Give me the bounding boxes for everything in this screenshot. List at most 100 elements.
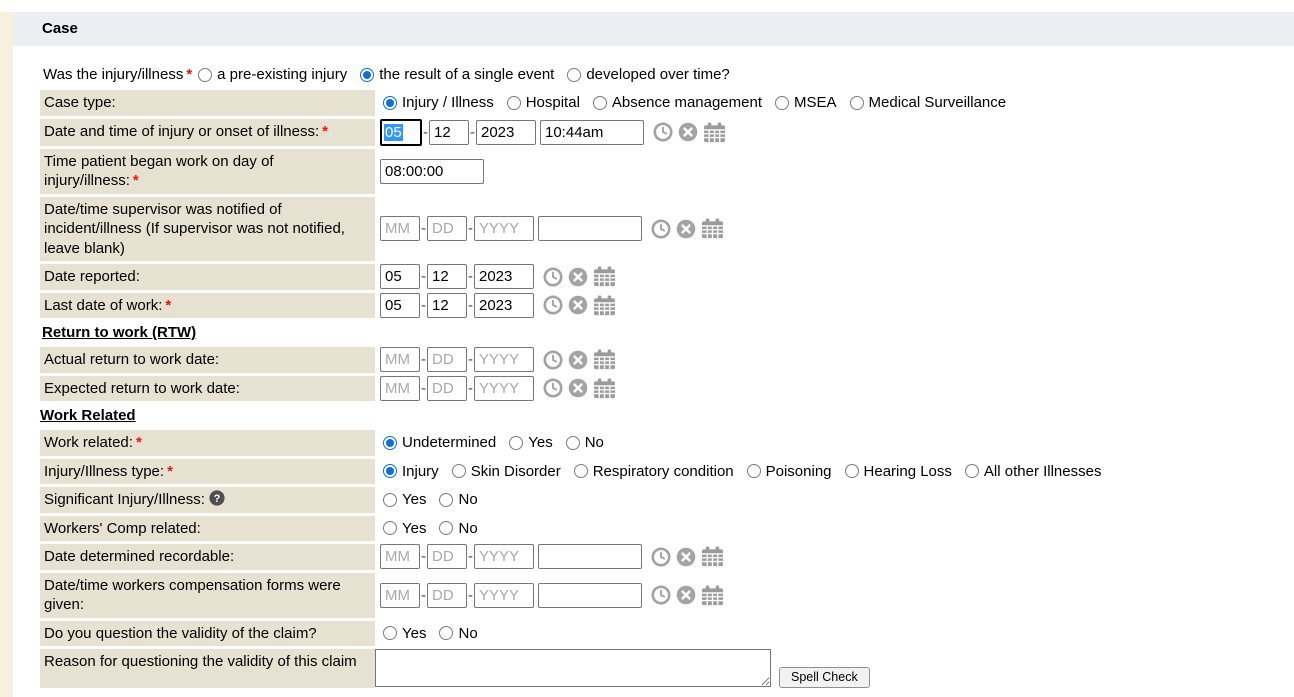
clear-icon[interactable] bbox=[568, 295, 588, 315]
clear-icon[interactable] bbox=[568, 350, 588, 370]
radio-icon[interactable] bbox=[593, 96, 607, 110]
radio-option-msea[interactable]: MSEA bbox=[775, 94, 837, 111]
radio-icon[interactable] bbox=[509, 436, 523, 450]
radio-icon-checked[interactable] bbox=[383, 464, 397, 478]
radio-option-single-event[interactable]: the result of a single event bbox=[360, 66, 554, 83]
radio-icon[interactable] bbox=[965, 464, 979, 478]
radio-option-respiratory-condition[interactable]: Respiratory condition bbox=[574, 463, 734, 480]
radio-option-workers-comp-yes[interactable]: Yes bbox=[383, 520, 426, 537]
radio-option-developed-over-time[interactable]: developed over time? bbox=[567, 66, 729, 83]
radio-option-significant-yes[interactable]: Yes bbox=[383, 491, 426, 508]
clear-icon[interactable] bbox=[678, 122, 698, 142]
clock-icon[interactable] bbox=[651, 585, 671, 605]
supervisor-day-input[interactable] bbox=[427, 216, 467, 241]
radio-icon[interactable] bbox=[439, 626, 453, 640]
radio-icon[interactable] bbox=[383, 626, 397, 640]
expected-rtw-year-input[interactable] bbox=[474, 376, 534, 401]
wc-forms-time-input[interactable] bbox=[538, 583, 642, 608]
calendar-icon[interactable] bbox=[703, 122, 726, 143]
last-work-month-input[interactable] bbox=[380, 293, 420, 318]
actual-rtw-month-input[interactable] bbox=[380, 347, 420, 372]
reported-day-input[interactable] bbox=[427, 264, 467, 289]
radio-icon[interactable] bbox=[747, 464, 761, 478]
calendar-icon[interactable] bbox=[701, 546, 724, 567]
recordable-month-input[interactable] bbox=[380, 544, 420, 569]
help-icon[interactable] bbox=[209, 490, 225, 506]
actual-rtw-day-input[interactable] bbox=[427, 347, 467, 372]
radio-option-work-related-yes[interactable]: Yes bbox=[509, 434, 552, 451]
last-work-year-input[interactable] bbox=[474, 293, 534, 318]
calendar-icon[interactable] bbox=[593, 295, 616, 316]
clear-icon[interactable] bbox=[676, 547, 696, 567]
clear-icon[interactable] bbox=[568, 267, 588, 287]
expected-rtw-month-input[interactable] bbox=[380, 376, 420, 401]
clock-icon[interactable] bbox=[543, 267, 563, 287]
radio-option-undetermined[interactable]: Undetermined bbox=[383, 434, 496, 451]
injury-day-input[interactable] bbox=[429, 120, 469, 145]
reported-year-input[interactable] bbox=[474, 264, 534, 289]
clock-icon[interactable] bbox=[543, 295, 563, 315]
calendar-icon[interactable] bbox=[701, 585, 724, 606]
calendar-icon[interactable] bbox=[701, 218, 724, 239]
calendar-icon[interactable] bbox=[593, 266, 616, 287]
clock-icon[interactable] bbox=[543, 350, 563, 370]
spell-check-button[interactable]: Spell Check bbox=[779, 667, 870, 688]
wc-forms-year-input[interactable] bbox=[474, 583, 534, 608]
reported-month-input[interactable] bbox=[380, 264, 420, 289]
radio-option-medical-surveillance[interactable]: Medical Surveillance bbox=[850, 94, 1007, 111]
radio-option-hospital[interactable]: Hospital bbox=[507, 94, 580, 111]
radio-option-validity-no[interactable]: No bbox=[439, 625, 477, 642]
clock-icon[interactable] bbox=[543, 378, 563, 398]
radio-icon[interactable] bbox=[383, 521, 397, 535]
radio-icon[interactable] bbox=[775, 96, 789, 110]
clock-icon[interactable] bbox=[653, 122, 673, 142]
radio-option-work-related-no[interactable]: No bbox=[566, 434, 604, 451]
radio-icon[interactable] bbox=[845, 464, 859, 478]
wc-forms-day-input[interactable] bbox=[427, 583, 467, 608]
radio-option-poisoning[interactable]: Poisoning bbox=[747, 463, 832, 480]
radio-option-validity-yes[interactable]: Yes bbox=[383, 625, 426, 642]
clear-icon[interactable] bbox=[676, 219, 696, 239]
clear-icon[interactable] bbox=[568, 378, 588, 398]
expected-rtw-day-input[interactable] bbox=[427, 376, 467, 401]
validity-reason-textarea[interactable] bbox=[375, 649, 771, 687]
clock-icon[interactable] bbox=[651, 219, 671, 239]
radio-icon[interactable] bbox=[566, 436, 580, 450]
radio-option-significant-no[interactable]: No bbox=[439, 491, 477, 508]
wc-forms-month-input[interactable] bbox=[380, 583, 420, 608]
recordable-day-input[interactable] bbox=[427, 544, 467, 569]
radio-icon-checked[interactable] bbox=[383, 436, 397, 450]
last-work-day-input[interactable] bbox=[427, 293, 467, 318]
radio-icon[interactable] bbox=[439, 521, 453, 535]
radio-option-injury[interactable]: Injury bbox=[383, 463, 439, 480]
time-began-work-input[interactable] bbox=[380, 159, 484, 184]
radio-option-workers-comp-no[interactable]: No bbox=[439, 520, 477, 537]
supervisor-time-input[interactable] bbox=[538, 216, 642, 241]
recordable-time-input[interactable] bbox=[538, 544, 642, 569]
radio-option-hearing-loss[interactable]: Hearing Loss bbox=[845, 463, 952, 480]
radio-icon[interactable] bbox=[567, 68, 581, 82]
radio-option-pre-existing[interactable]: a pre-existing injury bbox=[198, 66, 347, 83]
radio-icon[interactable] bbox=[507, 96, 521, 110]
radio-icon-checked[interactable] bbox=[383, 96, 397, 110]
clear-icon[interactable] bbox=[676, 585, 696, 605]
actual-rtw-year-input[interactable] bbox=[474, 347, 534, 372]
injury-time-input[interactable] bbox=[540, 120, 644, 145]
radio-icon-checked[interactable] bbox=[360, 68, 374, 82]
radio-icon[interactable] bbox=[850, 96, 864, 110]
radio-option-skin-disorder[interactable]: Skin Disorder bbox=[452, 463, 561, 480]
radio-option-all-other-illnesses[interactable]: All other Illnesses bbox=[965, 463, 1102, 480]
radio-icon[interactable] bbox=[439, 493, 453, 507]
radio-icon[interactable] bbox=[383, 493, 397, 507]
radio-option-injury-illness[interactable]: Injury / Illness bbox=[383, 94, 494, 111]
injury-year-input[interactable] bbox=[476, 120, 536, 145]
supervisor-year-input[interactable] bbox=[474, 216, 534, 241]
radio-icon[interactable] bbox=[198, 68, 212, 82]
radio-icon[interactable] bbox=[574, 464, 588, 478]
calendar-icon[interactable] bbox=[593, 349, 616, 370]
calendar-icon[interactable] bbox=[593, 378, 616, 399]
injury-month-input-focused[interactable]: 05 bbox=[380, 119, 422, 146]
radio-option-absence-management[interactable]: Absence management bbox=[593, 94, 762, 111]
recordable-year-input[interactable] bbox=[474, 544, 534, 569]
supervisor-month-input[interactable] bbox=[380, 216, 420, 241]
